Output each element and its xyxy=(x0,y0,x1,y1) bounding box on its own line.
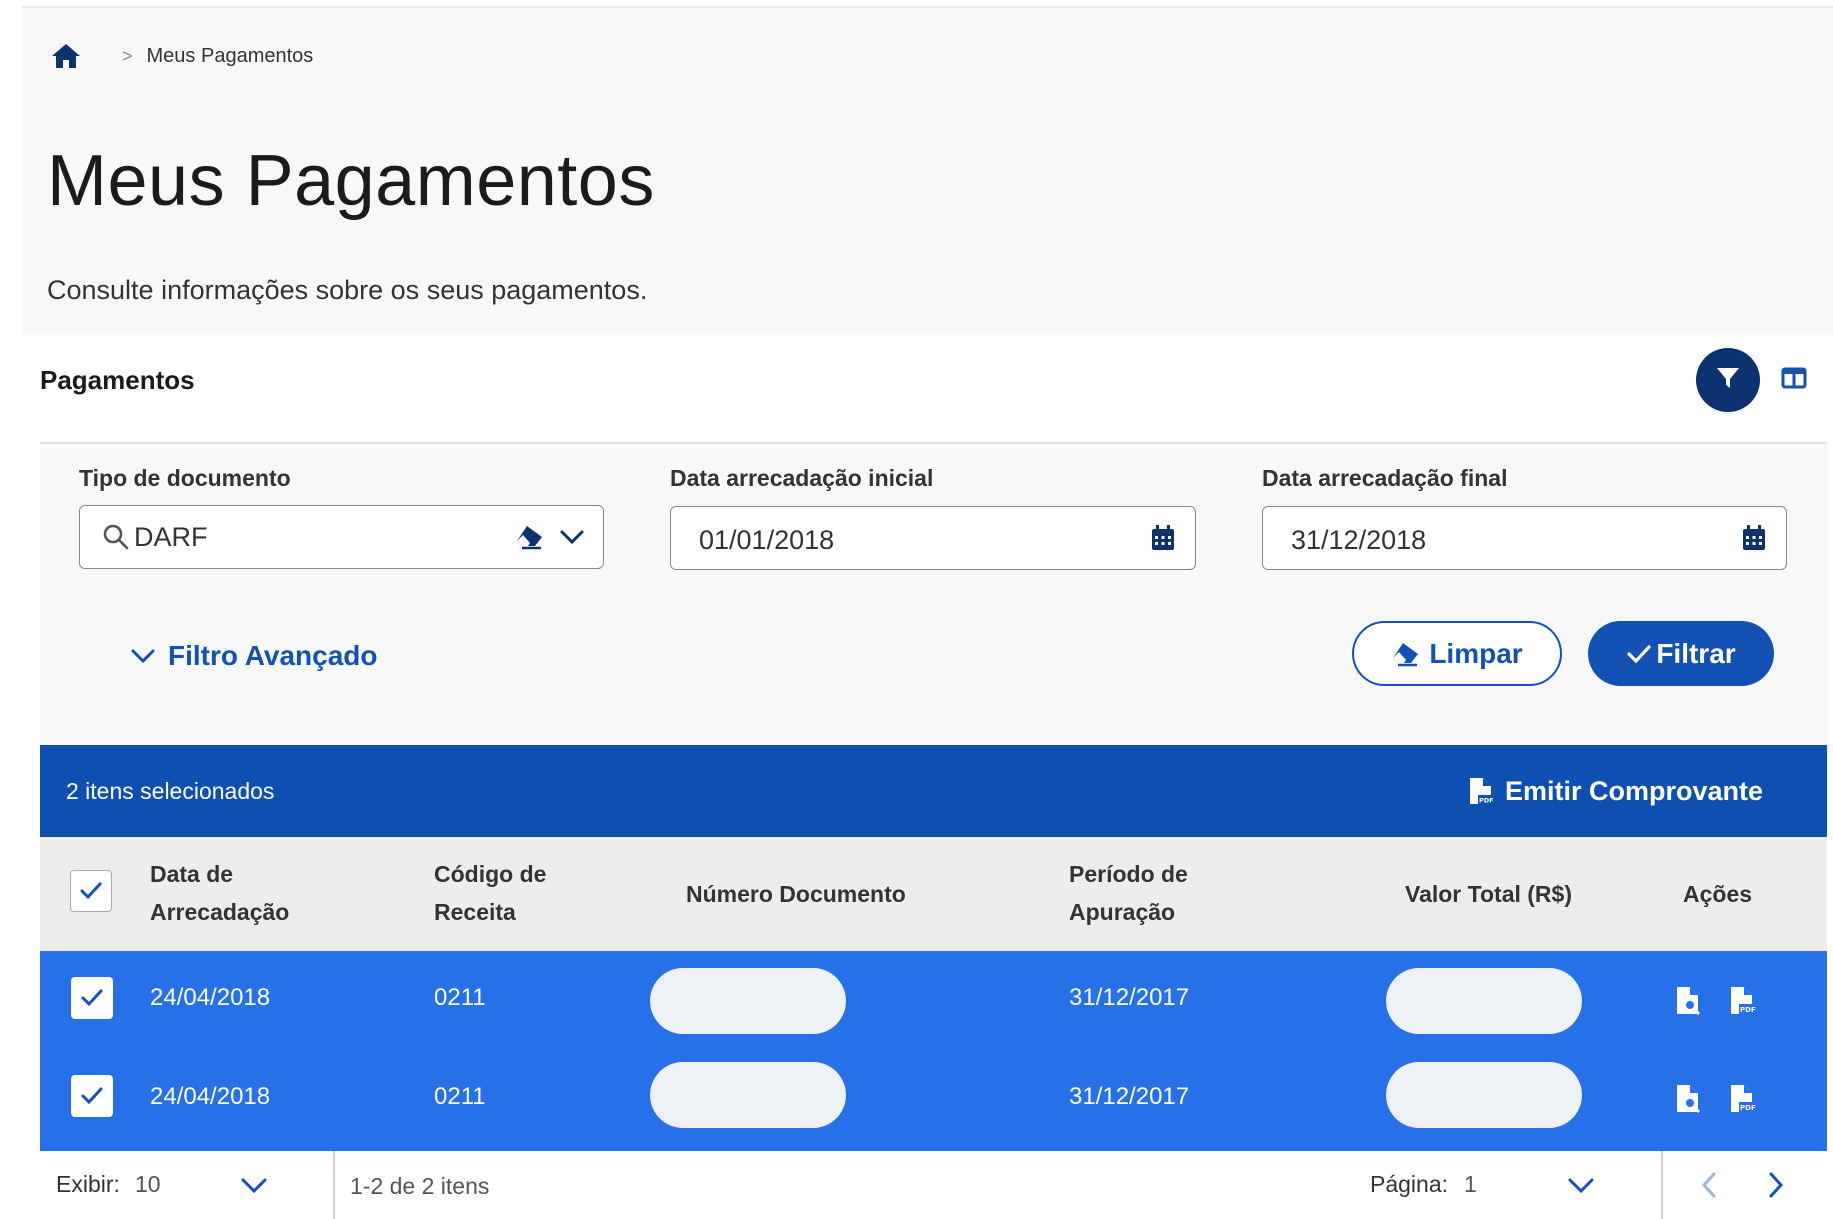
filter-toggle-button[interactable] xyxy=(1696,348,1760,412)
selection-count: 2 itens selecionados xyxy=(66,777,275,804)
calendar-icon[interactable] xyxy=(1151,525,1175,551)
eraser-icon xyxy=(1391,641,1421,667)
chevron-down-icon[interactable] xyxy=(559,528,585,546)
select-all-checkbox[interactable] xyxy=(70,870,112,912)
advanced-filter-label: Filtro Avançado xyxy=(168,640,378,671)
data-final-label: Data arrecadação final xyxy=(1262,465,1508,491)
svg-text:PDF: PDF xyxy=(1740,1104,1756,1112)
col-valor-total[interactable]: Valor Total (R$) xyxy=(1405,875,1572,913)
filter-panel xyxy=(40,442,1827,745)
range-text: 1-2 de 2 itens xyxy=(350,1173,490,1199)
svg-text:PDF: PDF xyxy=(1479,797,1493,805)
col-periodo-apuracao[interactable]: Período de Apuração xyxy=(1069,855,1188,931)
eraser-icon[interactable] xyxy=(515,524,545,550)
file-pdf-icon: PDF xyxy=(1469,777,1493,805)
cell-codigo: 0211 xyxy=(434,984,486,1011)
filter-icon xyxy=(1715,365,1741,396)
col-numero-documento[interactable]: Número Documento xyxy=(686,875,906,913)
columns-icon xyxy=(1781,367,1807,394)
col-acoes: Ações xyxy=(1683,881,1753,907)
tipo-documento-select[interactable]: DARF xyxy=(79,505,604,569)
chevron-left-icon[interactable] xyxy=(1700,1171,1718,1199)
calendar-icon[interactable] xyxy=(1742,525,1766,551)
filter-button-label: Filtrar xyxy=(1656,637,1736,669)
table-header: Data de Arrecadação Código de Receita Nú… xyxy=(40,837,1827,951)
chevron-right-icon: > xyxy=(122,45,133,66)
redacted-valor-total xyxy=(1386,968,1582,1034)
col-codigo-line2: Receita xyxy=(434,899,516,925)
col-periodo-line1: Período de xyxy=(1069,861,1188,887)
divider xyxy=(1661,1151,1663,1219)
emit-receipt-button[interactable]: PDF Emitir Comprovante xyxy=(1469,776,1763,807)
col-data-line1: Data de xyxy=(150,861,234,887)
redacted-numero-documento xyxy=(650,1062,846,1128)
check-icon xyxy=(80,988,104,1008)
file-pdf-icon[interactable]: PDF xyxy=(1730,986,1756,1016)
view-document-icon[interactable] xyxy=(1676,1084,1702,1114)
cell-codigo: 0211 xyxy=(434,1083,486,1110)
file-pdf-icon[interactable]: PDF xyxy=(1730,1084,1756,1114)
check-icon xyxy=(80,1086,104,1106)
redacted-valor-total xyxy=(1386,1062,1582,1128)
home-icon[interactable] xyxy=(50,40,82,72)
page-subtitle: Consulte informações sobre os seus pagam… xyxy=(47,275,648,305)
col-data-line2: Arrecadação xyxy=(150,899,290,925)
redacted-numero-documento xyxy=(650,968,846,1034)
col-periodo-line2: Apuração xyxy=(1069,899,1176,925)
data-inicial-label: Data arrecadação inicial xyxy=(670,465,934,491)
col-codigo-line1: Código de xyxy=(434,861,547,887)
cell-data: 24/04/2018 xyxy=(150,1083,271,1110)
cell-data: 24/04/2018 xyxy=(150,984,271,1011)
view-document-icon[interactable] xyxy=(1676,986,1702,1016)
data-final-input[interactable]: 31/12/2018 xyxy=(1262,506,1787,570)
chevron-right-icon[interactable] xyxy=(1767,1171,1785,1199)
card-title: Pagamentos xyxy=(40,365,195,395)
show-select[interactable]: 10 xyxy=(135,1171,161,1198)
page-label: Página: xyxy=(1370,1171,1449,1197)
cell-periodo: 31/12/2017 xyxy=(1069,1083,1190,1110)
chevron-down-icon[interactable] xyxy=(1567,1177,1595,1195)
row-checkbox[interactable] xyxy=(71,1075,113,1117)
pagination-bar: Exibir: 10 1-2 de 2 itens Página: 1 xyxy=(40,1151,1827,1219)
table-row[interactable]: 24/04/2018 0211 31/12/2017 PDF xyxy=(40,951,1827,1051)
chevron-down-icon[interactable] xyxy=(240,1177,268,1195)
advanced-filter-toggle[interactable]: Filtro Avançado xyxy=(130,640,378,672)
breadcrumb-current: Meus Pagamentos xyxy=(146,44,314,67)
col-codigo-receita[interactable]: Código de Receita xyxy=(434,855,546,931)
data-inicial-value: 01/01/2018 xyxy=(699,524,835,555)
emit-receipt-label: Emitir Comprovante xyxy=(1504,775,1763,806)
breadcrumb: > Meus Pagamentos xyxy=(50,40,313,72)
tipo-documento-value: DARF xyxy=(134,521,208,552)
svg-text:PDF: PDF xyxy=(1740,1006,1756,1014)
selection-bar: 2 itens selecionados PDF Emitir Comprova… xyxy=(40,745,1827,837)
filter-button[interactable]: Filtrar xyxy=(1588,621,1774,686)
table-row[interactable]: 24/04/2018 0211 31/12/2017 PDF xyxy=(40,1051,1827,1151)
check-icon xyxy=(1626,643,1652,665)
check-icon xyxy=(79,881,103,901)
cell-periodo: 31/12/2017 xyxy=(1069,984,1190,1011)
tipo-documento-label: Tipo de documento xyxy=(79,465,291,491)
row-checkbox[interactable] xyxy=(71,977,113,1019)
clear-button-label: Limpar xyxy=(1429,637,1523,669)
show-label: Exibir: xyxy=(56,1171,120,1197)
col-data-arrecadacao[interactable]: Data de Arrecadação xyxy=(150,855,289,931)
clear-button[interactable]: Limpar xyxy=(1352,621,1562,686)
page-title: Meus Pagamentos xyxy=(47,141,655,221)
chevron-down-icon xyxy=(130,647,156,665)
page-select[interactable]: 1 xyxy=(1464,1171,1477,1198)
data-inicial-input[interactable]: 01/01/2018 xyxy=(670,506,1196,570)
columns-button[interactable] xyxy=(1780,366,1808,394)
data-final-value: 31/12/2018 xyxy=(1291,524,1427,555)
divider xyxy=(333,1151,335,1219)
search-icon xyxy=(102,523,130,551)
